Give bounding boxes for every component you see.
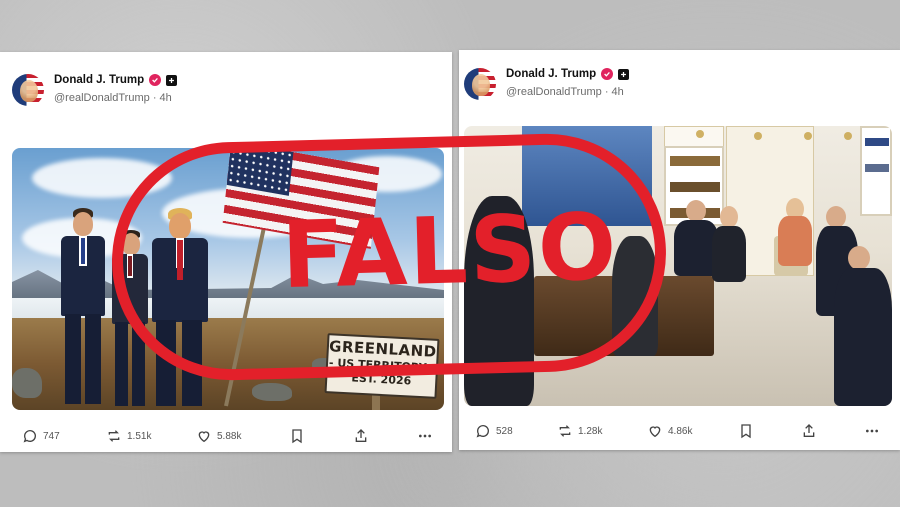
bookmark-icon [292, 429, 302, 444]
rock [12, 368, 42, 398]
action-bar: 747 1.51k 5.88k [0, 426, 452, 446]
like-icon [649, 426, 661, 438]
share-button[interactable] [801, 423, 817, 439]
ornament [844, 132, 852, 140]
repost-button[interactable]: 1.28k [557, 423, 602, 439]
reply-count: 528 [496, 425, 513, 437]
repost-icon [559, 425, 571, 437]
person-suit [834, 268, 892, 406]
reply-button[interactable]: 528 [475, 423, 513, 439]
repost-count: 1.51k [127, 430, 152, 442]
avatar[interactable] [12, 74, 44, 106]
bookmark-button[interactable] [738, 423, 754, 439]
post-header: Donald J. Trump @realDonaldTrump · 4h [12, 70, 432, 110]
bookmark-button[interactable] [289, 428, 305, 444]
ornament [696, 130, 704, 138]
avatar[interactable] [464, 68, 496, 100]
repost-button[interactable]: 1.51k [106, 428, 151, 444]
like-count: 4.86k [668, 425, 693, 437]
author-handle[interactable]: @realDonaldTrump [54, 92, 150, 104]
ornament [804, 132, 812, 140]
handle-row: @realDonaldTrump · 4h [54, 92, 172, 104]
reply-icon [476, 425, 489, 438]
repost-icon [108, 430, 120, 442]
more-icon [419, 434, 431, 438]
share-icon [803, 424, 815, 437]
reply-count: 747 [43, 430, 60, 442]
action-bar: 528 1.28k 4.86k [459, 421, 900, 441]
separator-dot: · [604, 86, 612, 98]
repost-count: 1.28k [578, 425, 603, 437]
post-time[interactable]: 4h [612, 86, 624, 98]
bookmark-icon [741, 424, 751, 439]
post-header: Donald J. Trump @realDonaldTrump · 4h [464, 64, 884, 104]
post-time[interactable]: 4h [160, 92, 172, 104]
more-icon [866, 429, 878, 433]
share-button[interactable] [353, 428, 369, 444]
handle-row: @realDonaldTrump · 4h [506, 86, 624, 98]
more-button[interactable] [864, 423, 880, 439]
share-icon [355, 429, 367, 442]
rock [252, 383, 292, 401]
ornament [754, 132, 762, 140]
separator-dot: · [152, 92, 160, 104]
author-handle[interactable]: @realDonaldTrump [506, 86, 602, 98]
more-button[interactable] [417, 428, 433, 444]
verified-icon [149, 74, 162, 86]
author-name[interactable]: Donald J. Trump [506, 68, 596, 80]
like-count: 5.88k [217, 430, 242, 442]
like-icon [198, 431, 210, 443]
like-button[interactable]: 4.86k [647, 423, 692, 439]
plus-badge-icon [166, 74, 178, 86]
like-button[interactable]: 5.88k [196, 428, 241, 444]
plus-badge-icon [618, 68, 630, 80]
verified-icon [601, 68, 614, 80]
reply-icon [23, 430, 36, 443]
author-name[interactable]: Donald J. Trump [54, 74, 144, 86]
reply-button[interactable]: 747 [22, 428, 60, 444]
